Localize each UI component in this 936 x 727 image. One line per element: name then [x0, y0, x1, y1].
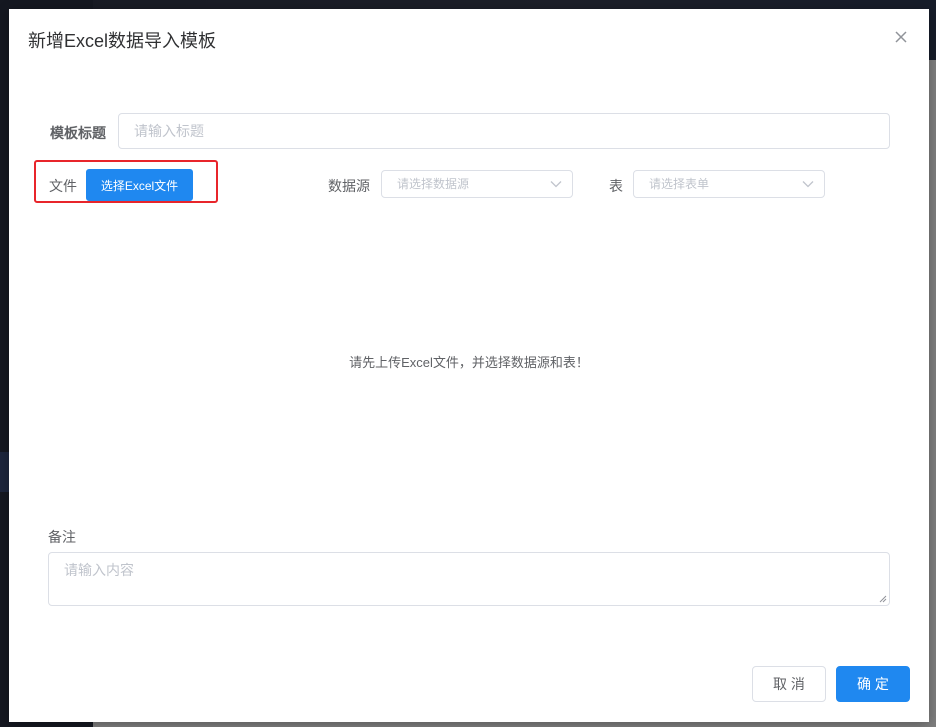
- remark-field-wrapper: [48, 552, 890, 606]
- table-select-placeholder: 请选择表单: [649, 177, 710, 191]
- remark-textarea[interactable]: [48, 552, 890, 606]
- confirm-button[interactable]: 确 定: [836, 666, 910, 702]
- template-title-label: 模板标题: [50, 125, 106, 141]
- template-title-input[interactable]: [118, 113, 890, 149]
- file-label: 文件: [49, 178, 77, 194]
- datasource-select[interactable]: 请选择数据源: [381, 170, 573, 198]
- datasource-label: 数据源: [328, 178, 370, 194]
- chevron-down-icon: [802, 181, 814, 188]
- dialog-title: 新增Excel数据导入模板: [28, 31, 217, 51]
- empty-state-message: 请先上传Excel文件，并选择数据源和表！: [349, 355, 589, 370]
- select-excel-file-button[interactable]: 选择Excel文件: [86, 169, 193, 201]
- remark-label: 备注: [48, 529, 76, 545]
- cancel-button[interactable]: 取 消: [752, 666, 826, 702]
- close-icon[interactable]: [893, 29, 909, 45]
- table-select[interactable]: 请选择表单: [633, 170, 825, 198]
- chevron-down-icon: [550, 181, 562, 188]
- datasource-select-placeholder: 请选择数据源: [397, 177, 470, 191]
- table-label: 表: [609, 178, 623, 194]
- resize-handle-icon[interactable]: [879, 595, 887, 603]
- import-template-dialog: 新增Excel数据导入模板 模板标题 文件 选择Excel文件 数据源 请选择数…: [9, 9, 929, 722]
